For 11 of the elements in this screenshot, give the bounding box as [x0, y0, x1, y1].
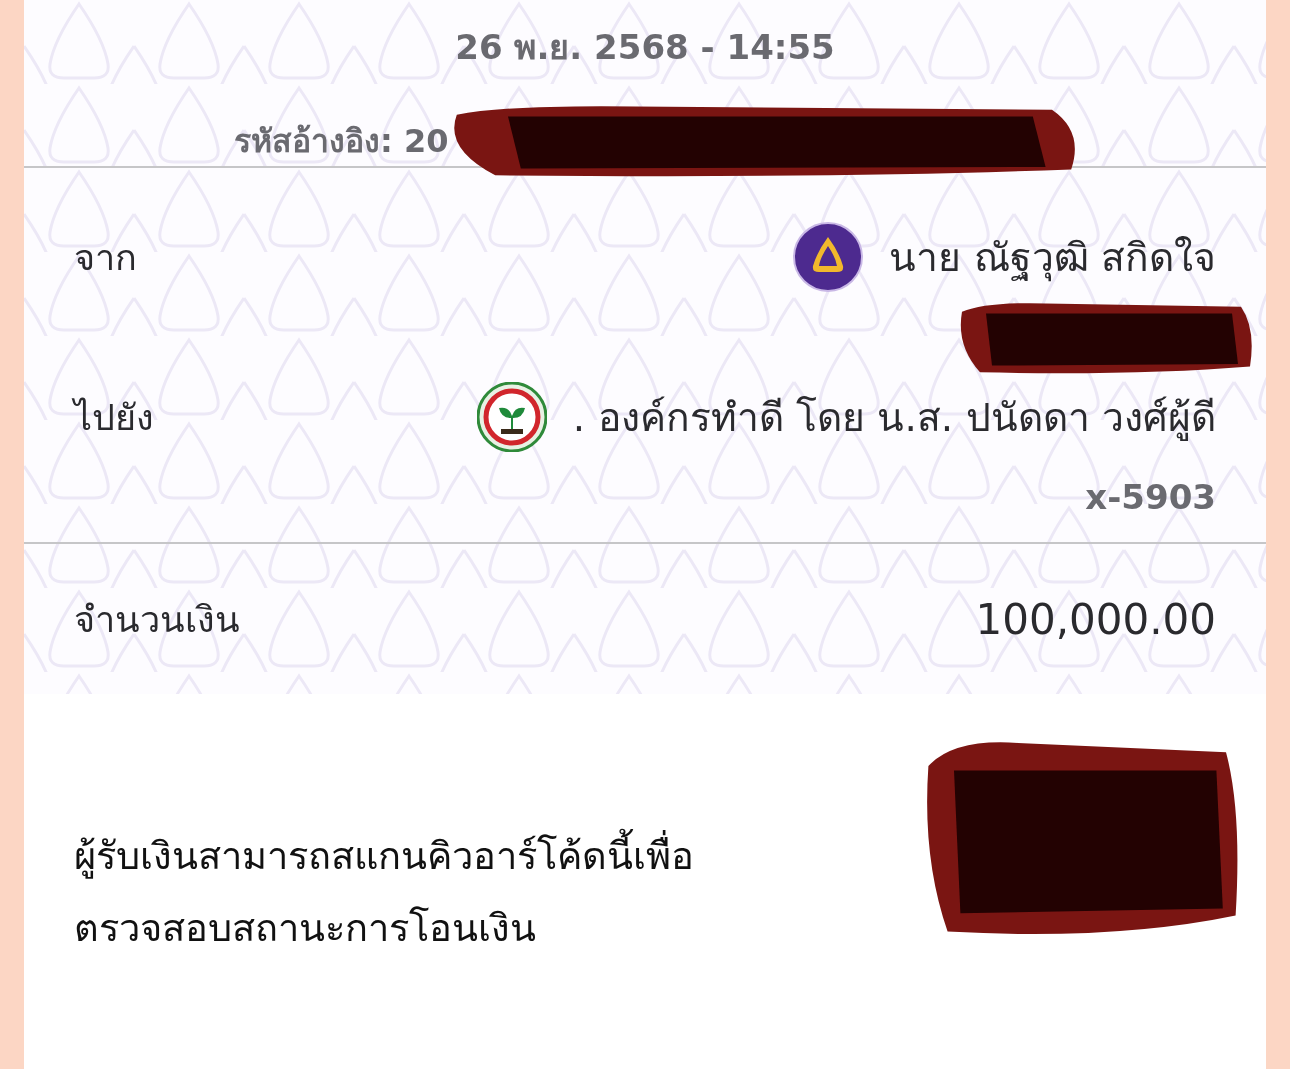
leaf-logo-icon — [476, 382, 547, 452]
qr-note: ตรวจสอบสถานะการโอนเงิน — [74, 905, 537, 952]
account-number: x-5903 — [1085, 477, 1216, 517]
amount-value: 100,000.00 — [975, 594, 1216, 644]
account-name: . องค์กรทำดี โดย น.ส. ปนัดดา วงศ์ผู้ดี — [572, 394, 1216, 443]
reference-label: รหัสอ้างอิง: 20 — [234, 120, 449, 162]
field-label: จาก — [74, 235, 137, 280]
date-time: 26 พ.ย. 2568 - 14:55 — [455, 26, 835, 69]
qr-note: ผู้รับเงินสามารถสแกนคิวอาร์โค้ดนี้เพื่อ — [74, 820, 694, 892]
account-name: นาย ณัฐวุฒิ สกิดใจ — [889, 234, 1216, 284]
amount-label: จำนวนเงิน — [74, 597, 240, 642]
